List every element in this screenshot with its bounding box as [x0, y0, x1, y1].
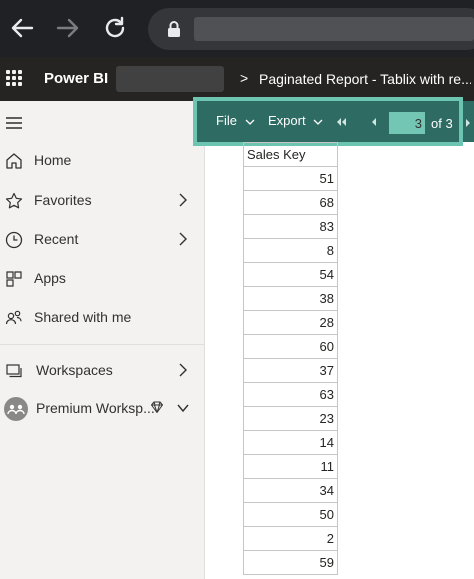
table-row: 11: [243, 454, 338, 479]
sidebar-item-workspaces[interactable]: Workspaces: [0, 353, 205, 389]
hamburger-menu-icon[interactable]: [6, 117, 22, 129]
table-row: 23: [243, 406, 338, 431]
sidebar-item-shared-with-me[interactable]: Shared with me: [0, 300, 205, 336]
brand-name[interactable]: Power BI: [44, 70, 108, 87]
sidebar-item-label: Workspaces: [36, 362, 113, 378]
table-cell: 51: [243, 166, 338, 191]
sidebar: Home Favorites Recent Apps Shared with m…: [0, 101, 205, 579]
url-redacted: [194, 17, 474, 41]
report-table: Sales Key 51 68 83 8 54 38 28 60 37 63 2…: [243, 142, 338, 575]
table-cell: 34: [243, 478, 338, 503]
table-cell: 37: [243, 358, 338, 383]
sidebar-item-home[interactable]: Home: [0, 143, 205, 179]
table-cell: 2: [243, 526, 338, 551]
browser-toolbar: [0, 0, 474, 57]
table-row: 37: [243, 358, 338, 383]
chevron-down-icon[interactable]: [176, 400, 190, 416]
table-row: 51: [243, 166, 338, 191]
table-row: 8: [243, 238, 338, 263]
table-row: 38: [243, 286, 338, 311]
table-row: 60: [243, 334, 338, 359]
table-row: 63: [243, 382, 338, 407]
reload-icon[interactable]: [101, 14, 129, 42]
column-header-sales-key: Sales Key: [243, 142, 338, 167]
workspaces-icon: [4, 361, 24, 381]
lock-icon: [168, 21, 180, 37]
sidebar-item-recent[interactable]: Recent: [0, 222, 205, 258]
table-cell: 38: [243, 286, 338, 311]
sidebar-item-label: Favorites: [34, 192, 92, 208]
table-cell: 23: [243, 406, 338, 431]
table-cell: 60: [243, 334, 338, 359]
toolbar-highlight-frame: [193, 97, 463, 146]
table-cell: 8: [243, 238, 338, 263]
table-cell: 28: [243, 310, 338, 335]
home-icon: [4, 151, 24, 171]
shared-people-icon: [4, 308, 24, 328]
next-page-icon[interactable]: [464, 117, 472, 129]
table-row: 14: [243, 430, 338, 455]
sidebar-item-label: Premium Worksp...: [36, 400, 155, 416]
table-cell: 63: [243, 382, 338, 407]
chevron-right-icon[interactable]: [176, 231, 190, 247]
table-header-row: Sales Key: [243, 142, 338, 167]
sidebar-item-apps[interactable]: Apps: [0, 261, 205, 297]
address-bar[interactable]: [148, 8, 474, 50]
apps-icon: [4, 269, 24, 289]
table-row: 68: [243, 190, 338, 215]
table-row: 28: [243, 310, 338, 335]
table-cell: 83: [243, 214, 338, 239]
table-cell: 14: [243, 430, 338, 455]
sidebar-item-label: Recent: [34, 231, 79, 247]
star-icon: [4, 191, 24, 211]
forward-arrow-icon[interactable]: [54, 14, 82, 42]
premium-diamond-icon: [151, 401, 163, 413]
sidebar-item-label: Apps: [34, 270, 66, 286]
table-cell: 50: [243, 502, 338, 527]
table-row: 59: [243, 550, 338, 575]
sidebar-item-label: Home: [34, 152, 72, 168]
table-row: 83: [243, 214, 338, 239]
breadcrumb-separator: >: [240, 70, 249, 86]
back-arrow-icon[interactable]: [8, 14, 36, 42]
table-row: 2: [243, 526, 338, 551]
table-cell: 11: [243, 454, 338, 479]
sidebar-divider: [0, 344, 205, 345]
app-header: Power BI > Paginated Report - Tablix wit…: [0, 57, 474, 101]
chevron-right-icon[interactable]: [176, 192, 190, 208]
workspace-avatar-icon: [4, 397, 28, 421]
clock-icon: [4, 230, 24, 250]
app-launcher-icon[interactable]: [6, 70, 22, 86]
sidebar-item-favorites[interactable]: Favorites: [0, 183, 205, 219]
table-row: 54: [243, 262, 338, 287]
sidebar-item-premium-workspace[interactable]: Premium Worksp...: [0, 391, 205, 427]
table-cell: 59: [243, 550, 338, 575]
report-title: Paginated Report - Tablix with re...: [259, 71, 471, 87]
table-cell: 68: [243, 190, 338, 215]
table-cell: 54: [243, 262, 338, 287]
sidebar-item-label: Shared with me: [34, 309, 132, 325]
table-row: 50: [243, 502, 338, 527]
chevron-right-icon[interactable]: [176, 362, 190, 378]
table-row: 34: [243, 478, 338, 503]
workspace-name-redacted: [116, 66, 224, 92]
